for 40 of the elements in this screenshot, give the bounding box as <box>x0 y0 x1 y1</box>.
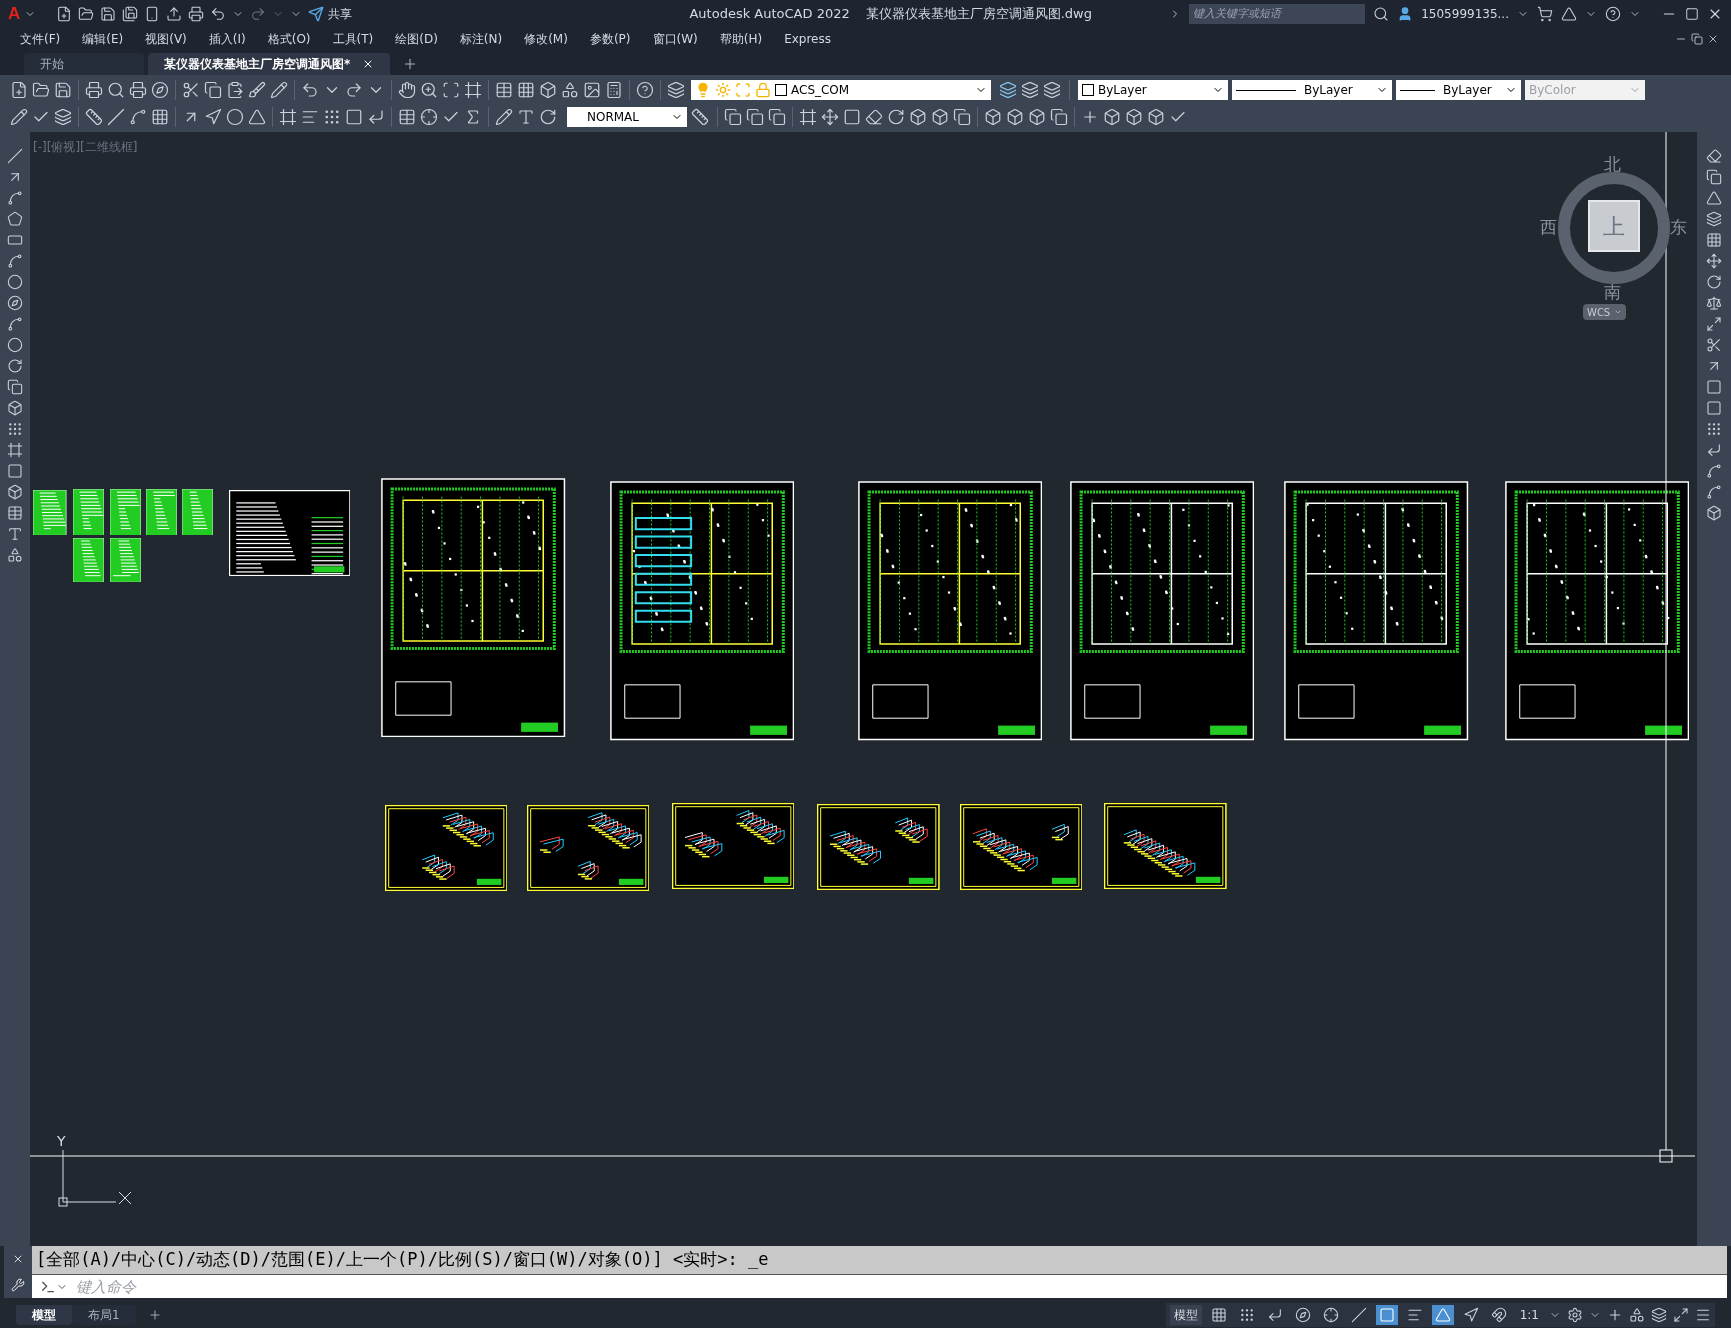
plot-style-dropdown: ByColor <box>1525 80 1645 100</box>
layout-tab[interactable]: 布局1 <box>72 1305 136 1325</box>
color-dropdown[interactable]: ByLayer <box>1078 80 1228 100</box>
model-space-button[interactable]: 模型 <box>1169 1305 1202 1325</box>
annotation-scale-button[interactable]: 1:1 <box>1515 1306 1543 1324</box>
menu-item[interactable]: 编辑(E) <box>82 30 124 48</box>
menu-item[interactable]: 绘图(D) <box>395 30 438 48</box>
file-tab[interactable]: 某仪器仪表基地主厂房空调通风图* <box>148 53 391 75</box>
menu-item[interactable]: 视图(V) <box>145 30 187 48</box>
dimension-style-dropdown[interactable]: NORMAL <box>567 107 687 127</box>
menu-item[interactable]: 工具(T) <box>332 30 374 48</box>
file-tab[interactable]: 开始 <box>24 53 144 75</box>
menu-item[interactable]: 格式(O) <box>267 30 311 48</box>
north-label[interactable]: 北 <box>1604 152 1621 178</box>
user-name[interactable]: 1505999135... <box>1421 4 1509 23</box>
command-history: [全部(A)/中心(C)/动态(D)/范围(E)/上一个(P)/比例(S)/窗口(W)/对象(O)] <实时>: _e <box>32 1246 1727 1274</box>
menu-item[interactable]: Express <box>784 30 831 48</box>
layer-name: ACS_COM <box>791 82 851 99</box>
share-button[interactable]: 共享 <box>308 4 353 23</box>
color-value: ByLayer <box>1098 82 1148 99</box>
menu-item[interactable]: 标注(N) <box>459 30 503 48</box>
linetype-dropdown[interactable]: ByLayer <box>1232 80 1392 100</box>
menu-item[interactable]: 参数(P) <box>589 30 631 48</box>
south-label[interactable]: 南 <box>1604 280 1621 306</box>
wcs-menu[interactable]: WCS <box>1583 304 1627 320</box>
east-label[interactable]: 东 <box>1670 215 1687 241</box>
menu-item[interactable]: 插入(I) <box>208 30 246 48</box>
menu-item[interactable]: 修改(M) <box>524 30 568 48</box>
file-title: 某仪器仪表基地主厂房空调通风图.dwg <box>865 4 1092 23</box>
west-label[interactable]: 西 <box>1540 215 1557 241</box>
linetype-value: ByLayer <box>1304 82 1354 99</box>
layout-tab[interactable]: 模型 <box>16 1305 72 1325</box>
menu-item[interactable]: 帮助(H) <box>719 30 763 48</box>
lineweight-value: ByLayer <box>1443 82 1493 99</box>
app-title: Autodesk AutoCAD 2022 <box>689 4 850 23</box>
menu-item[interactable]: 窗口(W) <box>652 30 698 48</box>
search-field[interactable]: 键入关键字或短语 <box>1189 3 1366 24</box>
menu-item[interactable]: 文件(F) <box>20 30 61 48</box>
lineweight-dropdown[interactable]: ByLayer <box>1396 80 1521 100</box>
layer-dropdown[interactable]: ACS_COM <box>691 80 991 100</box>
